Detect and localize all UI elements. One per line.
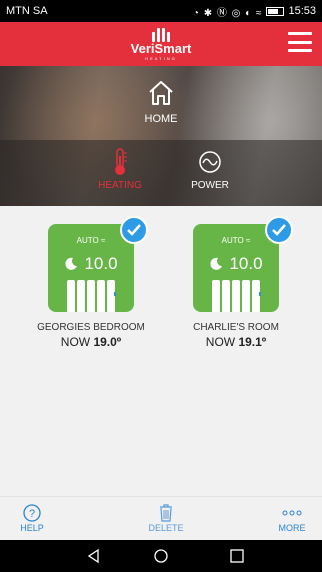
tab-power[interactable]: POWER [170, 148, 250, 191]
current-temperature: NOW 19.0º [60, 335, 122, 349]
clock: 15:53 [288, 5, 316, 17]
delete-label: DELETE [148, 523, 184, 533]
radiator-icon [66, 278, 116, 312]
battery-icon [266, 6, 285, 16]
hamburger-menu-icon[interactable] [288, 32, 312, 52]
device-list: AUTO ≈ 10.0 GEORGIES BEDROOM NOW 19.0º A… [0, 206, 322, 496]
more-button[interactable]: MORE [272, 503, 312, 533]
trash-icon [160, 504, 172, 522]
device-card[interactable]: AUTO ≈ 10.0 CHARLIE'S ROOM NOW 19.1º [161, 216, 311, 349]
logo-text: VeriSmart [130, 40, 192, 56]
action-bar: ? HELP DELETE MORE [0, 496, 322, 540]
setpoint-value: 10.0 [84, 254, 118, 273]
more-label: MORE [278, 523, 306, 533]
device-name: GEORGIES BEDROOM [37, 322, 145, 333]
tab-power-label: POWER [191, 180, 229, 191]
home-hero: HOME HEATING POWER [0, 66, 322, 206]
help-button[interactable]: ? HELP [12, 503, 52, 533]
device-tile[interactable]: AUTO ≈ 10.0 [48, 216, 148, 312]
device-tile[interactable]: AUTO ≈ 10.0 [193, 216, 293, 312]
logo-radiator-icon [151, 27, 170, 42]
app-header: VeriSmart HEATING [0, 22, 322, 66]
carrier-label: MTN SA [6, 5, 48, 17]
checkmark-icon[interactable] [265, 216, 293, 244]
tab-heating[interactable]: HEATING [80, 148, 160, 191]
device-card[interactable]: AUTO ≈ 10.0 GEORGIES BEDROOM NOW 19.0º [16, 216, 166, 349]
verismart-logo: VeriSmart HEATING [130, 27, 192, 61]
home-button[interactable]: HOME [140, 80, 182, 125]
mode-tabs: HEATING POWER [0, 140, 322, 206]
device-setpoint: 10.0 [193, 254, 279, 274]
wifi-icon: ≈ [245, 236, 251, 245]
moon-icon [210, 257, 223, 270]
tab-heating-label: HEATING [98, 180, 142, 191]
system-nav-bar [0, 540, 322, 572]
more-icon [282, 510, 302, 516]
back-icon[interactable] [86, 548, 102, 564]
radiator-icon [211, 278, 261, 312]
status-bar: MTN SA ◔ ✱ Ⓝ ◎ ◐ ≈ 15:53 [0, 0, 322, 22]
device-setpoint: 10.0 [48, 254, 134, 274]
current-temperature: NOW 19.1º [205, 335, 267, 349]
status-indicators: ◔ ✱ Ⓝ ◎ ◐ ≈ 15:53 [193, 4, 316, 19]
recent-apps-icon[interactable] [229, 548, 245, 564]
thermometer-icon [115, 148, 127, 175]
wifi-icon: ≈ [100, 236, 106, 245]
status-icons: ◔ ✱ Ⓝ ◎ ◐ ≈ [192, 7, 263, 19]
home-nav-icon[interactable] [153, 548, 169, 564]
home-icon [149, 81, 173, 105]
home-label: HOME [144, 113, 178, 125]
waveform-icon [199, 151, 221, 173]
checkmark-icon[interactable] [120, 216, 148, 244]
help-icon: ? [23, 504, 41, 522]
logo-subtext: HEATING [145, 55, 177, 61]
setpoint-value: 10.0 [229, 254, 263, 273]
svg-text:?: ? [29, 508, 35, 520]
help-label: HELP [20, 523, 44, 533]
delete-button[interactable]: DELETE [143, 503, 189, 533]
moon-icon [65, 257, 78, 270]
device-name: CHARLIE'S ROOM [193, 322, 279, 333]
